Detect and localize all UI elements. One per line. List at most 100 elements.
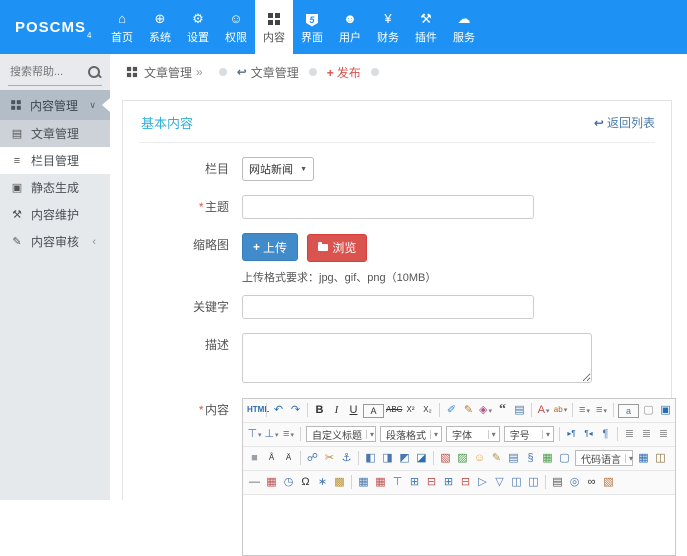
subscript-icon[interactable]: X₂ [420, 402, 435, 418]
search-icon[interactable] [88, 66, 100, 78]
insert-image-icon[interactable]: ▧ [438, 450, 453, 466]
palette-icon[interactable]: ◈ [478, 402, 493, 418]
description-textarea[interactable] [242, 333, 592, 383]
code-language-select[interactable]: 代码语言 [575, 450, 633, 466]
preview-icon[interactable]: ◎ [567, 474, 582, 490]
paragraph-format-select[interactable]: 段落格式 [380, 426, 442, 442]
scrawl-icon[interactable]: ✎ [489, 450, 504, 466]
editor-content-area[interactable] [243, 495, 675, 555]
sidebar-item-article-mgmt[interactable]: ▤ 文章管理 [0, 120, 110, 147]
clear-code-icon[interactable]: ◫ [653, 450, 668, 466]
highlight-color-icon[interactable]: ab [553, 402, 568, 418]
underline-icon[interactable]: U [346, 402, 361, 418]
date-icon[interactable]: ▦ [264, 474, 279, 490]
upload-button[interactable]: +上传 [242, 233, 298, 261]
nav-item-finance[interactable]: ¥ 财务 [369, 0, 407, 54]
category-select[interactable]: 网站新闻 [242, 157, 314, 181]
image-block-icon[interactable]: ◪ [414, 450, 429, 466]
special-char-icon[interactable]: Ω [298, 474, 313, 490]
redo-icon[interactable]: ↷ [288, 402, 303, 418]
nav-item-services[interactable]: ☁ 服务 [445, 0, 483, 54]
sidebar-item-content-review[interactable]: ✎ 内容审核 ‹ [0, 228, 110, 255]
nav-item-settings[interactable]: ⚙ 设置 [179, 0, 217, 54]
merge-down-icon[interactable]: ▽ [492, 474, 507, 490]
delete-row-icon[interactable]: ⊟ [424, 474, 439, 490]
search-replace-icon[interactable]: ∞ [584, 474, 599, 490]
attachment-icon[interactable]: § [523, 450, 538, 466]
nav-item-content[interactable]: 内容 [255, 0, 293, 54]
nav-item-system[interactable]: ⊕ 系统 [141, 0, 179, 54]
letter-lower-icon[interactable]: Ä [281, 450, 296, 466]
eraser-icon[interactable]: ✐ [444, 402, 459, 418]
chevron-down-icon[interactable]: » [196, 65, 203, 79]
print-icon[interactable]: ▤ [550, 474, 565, 490]
delete-table-icon[interactable]: ▦ [373, 474, 388, 490]
align-right-icon[interactable]: ≣ [656, 426, 671, 442]
map-icon[interactable]: ▩ [332, 474, 347, 490]
unlink-icon[interactable]: ✂ [322, 450, 337, 466]
sidebar-item-content-maintenance[interactable]: ⚒ 内容维护 [0, 201, 110, 228]
align-center-icon[interactable]: ≣ [639, 426, 654, 442]
font-color-icon[interactable]: A [536, 402, 551, 418]
font-family-select[interactable]: 字体 [446, 426, 500, 442]
format-brush-icon[interactable]: ✎ [461, 402, 476, 418]
nav-item-users[interactable]: ☻ 用户 [331, 0, 369, 54]
paragraph-icon[interactable]: ¶ [598, 426, 613, 442]
subject-input[interactable] [242, 195, 534, 219]
nav-item-home[interactable]: ⌂ 首页 [103, 0, 141, 54]
nav-item-permission[interactable]: ☺ 权限 [217, 0, 255, 54]
anchor-link-icon[interactable]: a [618, 404, 639, 418]
link-icon[interactable]: ☍ [305, 450, 320, 466]
breadcrumb-section[interactable]: 文章管理 [144, 64, 192, 81]
blockquote-icon[interactable]: “ [495, 402, 510, 418]
app-logo[interactable]: POSCMS4 [0, 0, 103, 54]
merge-right-icon[interactable]: ▷ [475, 474, 490, 490]
back-to-list-link[interactable]: ↩返回列表 [594, 114, 655, 131]
superscript-icon[interactable]: X² [403, 402, 418, 418]
video-icon[interactable]: ▤ [506, 450, 521, 466]
insert-row-icon[interactable]: ⊞ [407, 474, 422, 490]
new-page-icon[interactable]: ▢ [641, 402, 656, 418]
sidebar-header-content-mgmt[interactable]: 内容管理 ∨ [0, 90, 110, 120]
letter-upper-icon[interactable]: Å [264, 450, 279, 466]
search-input[interactable] [8, 65, 88, 79]
anchor-icon[interactable]: ⚓ [339, 450, 354, 466]
delete-col-icon[interactable]: ⊟ [458, 474, 473, 490]
fullscreen-icon[interactable]: ▣ [658, 402, 673, 418]
para-spacing-bottom-icon[interactable]: ⊥ [264, 426, 279, 442]
ordered-list-icon[interactable]: ≡ [577, 402, 592, 418]
hr-icon[interactable]: — [247, 474, 262, 490]
para-spacing-top-icon[interactable]: ⊤ [247, 426, 262, 442]
sidebar-item-category-mgmt[interactable]: ≡ 栏目管理 [0, 147, 110, 174]
table-title-icon[interactable]: ⊤ [390, 474, 405, 490]
emoticon-icon[interactable]: ☺ [472, 450, 487, 466]
chart-image-icon[interactable]: ▦ [540, 450, 555, 466]
paste-table-icon[interactable]: ▤ [512, 402, 527, 418]
time-icon[interactable]: ◷ [281, 474, 296, 490]
breadcrumb-back[interactable]: 文章管理 [251, 64, 299, 81]
undo-icon[interactable]: ↶ [271, 402, 286, 418]
image-right-icon[interactable]: ◩ [397, 450, 412, 466]
align-left-icon[interactable]: ≣ [622, 426, 637, 442]
font-border-icon[interactable]: A [363, 404, 384, 418]
breadcrumb-publish[interactable]: +发布 [327, 64, 361, 81]
dir-rtl-icon[interactable]: ¶◂ [581, 426, 596, 442]
custom-title-select[interactable]: 自定义标题 [306, 426, 376, 442]
merge-cells-icon[interactable]: ◫ [509, 474, 524, 490]
image-manager-icon[interactable]: ▨ [455, 450, 470, 466]
image-left-icon[interactable]: ◧ [363, 450, 378, 466]
bold-icon[interactable]: B [312, 402, 327, 418]
italic-icon[interactable]: I [329, 402, 344, 418]
nav-item-interface[interactable]: 5 界面 [293, 0, 331, 54]
split-cells-icon[interactable]: ◫ [526, 474, 541, 490]
unordered-list-icon[interactable]: ≡ [594, 402, 609, 418]
keywords-input[interactable] [242, 295, 534, 319]
code-block-icon[interactable]: ▦ [636, 450, 651, 466]
insert-col-icon[interactable]: ⊞ [441, 474, 456, 490]
insert-table-icon[interactable]: ▦ [356, 474, 371, 490]
dir-ltr-icon[interactable]: ▸¶ [564, 426, 579, 442]
browse-button[interactable]: 浏览 [307, 234, 367, 262]
font-size-select[interactable]: 字号 [504, 426, 554, 442]
block-icon[interactable]: ■ [247, 450, 262, 466]
paste-plain-icon[interactable]: ▧ [601, 474, 616, 490]
